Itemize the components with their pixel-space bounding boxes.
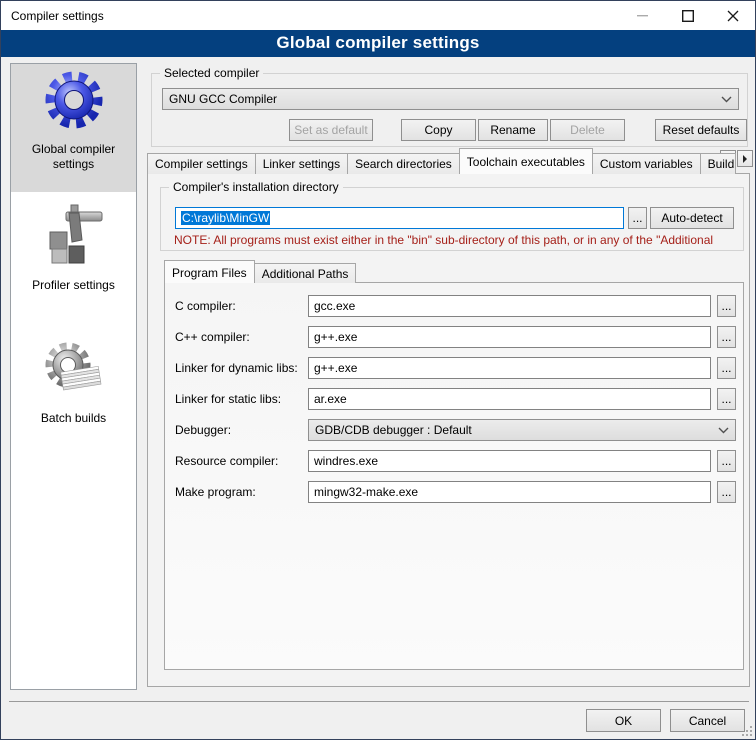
- sidebar-item-label: Batch builds: [18, 411, 130, 426]
- resource-compiler-input[interactable]: [308, 450, 711, 472]
- make-program-browse-button[interactable]: ...: [717, 481, 736, 503]
- tab-search-directories[interactable]: Search directories: [347, 153, 460, 174]
- window-title: Compiler settings: [1, 9, 104, 23]
- close-icon: [727, 10, 739, 22]
- cpp-compiler-browse-button[interactable]: ...: [717, 326, 736, 348]
- make-program-input[interactable]: [308, 481, 711, 503]
- sidebar-item-batch-builds[interactable]: Batch builds: [11, 333, 136, 426]
- tab-program-files[interactable]: Program Files: [164, 260, 255, 283]
- static-linker-browse-button[interactable]: ...: [717, 388, 736, 410]
- sidebar-item-label: Profiler settings: [18, 278, 130, 293]
- resource-compiler-browse-button[interactable]: ...: [717, 450, 736, 472]
- caliper-tool-icon: [42, 204, 106, 268]
- static-linker-input[interactable]: [308, 388, 711, 410]
- debugger-select[interactable]: GDB/CDB debugger : Default: [308, 419, 736, 441]
- arrow-right-icon: [742, 155, 748, 163]
- cpp-compiler-input[interactable]: [308, 326, 711, 348]
- compiler-settings-dialog: Compiler settings Global compiler settin…: [0, 0, 756, 740]
- sidebar-item-global-compiler-settings[interactable]: Global compiler settings: [11, 64, 136, 192]
- chevron-down-icon: [718, 427, 729, 434]
- c-compiler-browse-button[interactable]: ...: [717, 295, 736, 317]
- directory-browse-button[interactable]: ...: [628, 207, 647, 229]
- settings-category-list: Global compiler settings Profiler settin…: [10, 63, 137, 690]
- rename-button[interactable]: Rename: [478, 119, 548, 141]
- page-title: Global compiler settings: [1, 30, 755, 57]
- installation-directory-group: Compiler's installation directory C:\ray…: [160, 187, 744, 251]
- make-program-label: Make program:: [175, 485, 256, 499]
- compiler-select-value: GNU GCC Compiler: [169, 92, 277, 106]
- selected-text: C:\raylib\MinGW: [181, 211, 270, 225]
- tab-additional-paths[interactable]: Additional Paths: [254, 263, 357, 283]
- debugger-label: Debugger:: [175, 423, 231, 437]
- reset-defaults-button[interactable]: Reset defaults: [655, 119, 747, 141]
- resource-compiler-label: Resource compiler:: [175, 454, 278, 468]
- dynamic-linker-input[interactable]: [308, 357, 711, 379]
- program-files-tabs: Program Files Additional Paths: [164, 260, 355, 283]
- resize-grip[interactable]: [742, 726, 752, 736]
- maximize-icon: [682, 10, 694, 22]
- minimize-button[interactable]: [620, 1, 665, 30]
- static-linker-label: Linker for static libs:: [175, 392, 281, 406]
- dynamic-linker-browse-button[interactable]: ...: [717, 357, 736, 379]
- tab-build-options[interactable]: Build options: [700, 153, 736, 174]
- program-files-page: C compiler: ... C++ compiler: ... Linker…: [164, 282, 744, 670]
- footer-divider: [9, 701, 749, 702]
- tab-compiler-settings[interactable]: Compiler settings: [147, 153, 256, 174]
- cancel-button[interactable]: Cancel: [670, 709, 745, 732]
- titlebar: Compiler settings: [1, 1, 755, 30]
- compiler-tabs: Compiler settings Linker settings Search…: [147, 148, 735, 174]
- gray-gear-stack-icon: [42, 337, 106, 401]
- debugger-select-value: GDB/CDB debugger : Default: [315, 423, 472, 437]
- chevron-down-icon: [721, 96, 732, 103]
- set-as-default-button: Set as default: [289, 119, 373, 141]
- minimize-icon: [637, 10, 648, 21]
- tab-scroll-right-button[interactable]: [737, 150, 753, 167]
- installation-directory-group-label: Compiler's installation directory: [169, 180, 343, 194]
- c-compiler-input[interactable]: [308, 295, 711, 317]
- sidebar-item-profiler-settings[interactable]: Profiler settings: [11, 200, 136, 293]
- blue-gear-icon: [42, 68, 106, 132]
- close-button[interactable]: [710, 1, 755, 30]
- c-compiler-label: C compiler:: [175, 299, 236, 313]
- tab-linker-settings[interactable]: Linker settings: [255, 153, 348, 174]
- bin-directory-note: NOTE: All programs must exist either in …: [174, 233, 739, 247]
- dynamic-linker-label: Linker for dynamic libs:: [175, 361, 298, 375]
- selected-compiler-group: Selected compiler GNU GCC Compiler Set a…: [151, 73, 748, 147]
- toolchain-executables-page: Compiler's installation directory C:\ray…: [147, 173, 750, 687]
- cpp-compiler-label: C++ compiler:: [175, 330, 250, 344]
- installation-directory-input[interactable]: C:\raylib\MinGW: [175, 207, 624, 229]
- sidebar-item-label: Global compiler settings: [18, 142, 130, 172]
- copy-button[interactable]: Copy: [401, 119, 476, 141]
- delete-button: Delete: [550, 119, 625, 141]
- auto-detect-button[interactable]: Auto-detect: [650, 207, 734, 229]
- selected-compiler-group-label: Selected compiler: [160, 66, 263, 80]
- tab-custom-variables[interactable]: Custom variables: [592, 153, 701, 174]
- compiler-select[interactable]: GNU GCC Compiler: [162, 88, 739, 110]
- ok-button[interactable]: OK: [586, 709, 661, 732]
- tab-toolchain-executables[interactable]: Toolchain executables: [459, 148, 593, 174]
- maximize-button[interactable]: [665, 1, 710, 30]
